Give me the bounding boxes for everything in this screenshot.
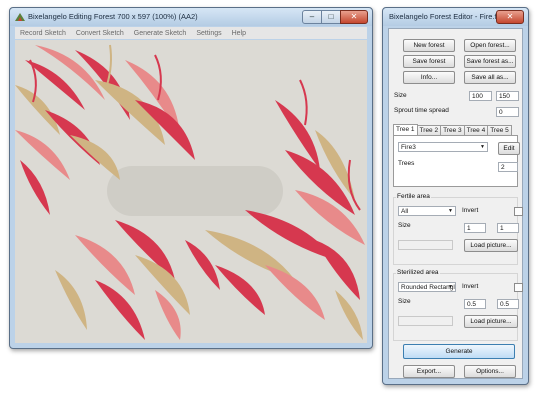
fertile-invert-label: Invert (462, 207, 479, 214)
fertile-invert-checkbox[interactable] (514, 207, 523, 216)
chevron-down-icon: ▼ (480, 144, 485, 150)
maximize-icon[interactable]: □ (321, 10, 341, 24)
sterilized-region-shape (107, 166, 283, 216)
sprout-time-field[interactable]: 0 (496, 107, 519, 117)
tab-tree-5[interactable]: Tree 5 (487, 125, 512, 135)
menu-convert-sketch[interactable]: Convert Sketch (71, 30, 129, 37)
options-button[interactable]: Options... (464, 365, 516, 378)
fertile-shape-value: All (401, 208, 409, 215)
tab-tree-4[interactable]: Tree 4 (463, 125, 489, 135)
sterilized-invert-label: Invert (462, 283, 479, 290)
fertile-height-field[interactable]: 1 (497, 223, 519, 233)
sterilized-picture-path (398, 316, 453, 326)
fertile-load-picture-button[interactable]: Load picture... (464, 239, 518, 252)
export-button[interactable]: Export... (403, 365, 455, 378)
forest-artwork (15, 44, 365, 340)
trees-count-field[interactable]: 2 (498, 162, 518, 172)
sterilized-size-label: Size (398, 298, 411, 305)
sterilized-load-picture-button[interactable]: Load picture... (464, 315, 518, 328)
tab-tree-1[interactable]: Tree 1 (393, 124, 418, 135)
close-icon[interactable]: ✕ (340, 10, 368, 24)
sterilized-shape-select[interactable]: Rounded Rectangle ▼ (398, 282, 456, 292)
new-forest-button[interactable]: New forest (403, 39, 455, 52)
edit-tree-button[interactable]: Edit (498, 142, 520, 155)
fertile-width-field[interactable]: 1 (464, 223, 486, 233)
info-button[interactable]: Info... (403, 71, 455, 84)
fertile-size-label: Size (398, 222, 411, 229)
forest-width-field[interactable]: 100 (469, 91, 492, 101)
sterilized-invert-checkbox[interactable] (514, 283, 523, 292)
sterilized-area-title: Sterilized area (396, 269, 440, 276)
bottom-left-flourish (55, 220, 220, 340)
menu-settings[interactable]: Settings (191, 30, 226, 37)
editor-window: Bixelangelo Editing Forest 700 x 597 (10… (9, 7, 373, 349)
dialog-window-controls: ✕ (496, 10, 524, 24)
minimize-icon[interactable]: – (302, 10, 322, 24)
chevron-down-icon: ▼ (448, 284, 453, 290)
menu-record-sketch[interactable]: Record Sketch (15, 30, 71, 37)
sterilized-area-group: Sterilized area Rounded Rectangle ▼ Inve… (393, 269, 523, 341)
dialog-close-icon[interactable]: ✕ (496, 10, 524, 24)
drawing-canvas[interactable] (15, 40, 367, 343)
tab-tree-2[interactable]: Tree 2 (416, 125, 442, 135)
trees-label: Trees (398, 160, 415, 167)
fertile-shape-select[interactable]: All ▼ (398, 206, 456, 216)
size-label: Size (394, 92, 407, 99)
chevron-down-icon: ▼ (448, 208, 453, 214)
editor-menubar: Record Sketch Convert Sketch Generate Sk… (15, 27, 367, 39)
save-all-as-button[interactable]: Save all as... (464, 71, 516, 84)
fertile-area-group: Fertile area All ▼ Invert Size 1 1 Load … (393, 193, 523, 265)
fertile-area-title: Fertile area (396, 193, 431, 200)
tab-tree-3[interactable]: Tree 3 (440, 125, 465, 135)
sterilized-width-field[interactable]: 0.5 (464, 299, 486, 309)
sterilized-height-field[interactable]: 0.5 (497, 299, 519, 309)
editor-window-controls: – □ ✕ (302, 10, 368, 24)
tree-tab-panel: Fire3 ▼ Edit Trees 2 (393, 135, 520, 187)
fertile-picture-path (398, 240, 453, 250)
open-forest-button[interactable]: Open forest... (464, 39, 516, 52)
dialog-title: Bixelangelo Forest Editor - Fire.forest (389, 12, 514, 21)
bixelangelo-app-icon (15, 13, 25, 21)
editor-titlebar[interactable]: Bixelangelo Editing Forest 700 x 597 (10… (10, 8, 372, 26)
tree-select-value: Fire3 (401, 144, 416, 151)
forest-height-field[interactable]: 150 (496, 91, 519, 101)
tree-select[interactable]: Fire3 ▼ (398, 142, 488, 152)
menu-help[interactable]: Help (227, 30, 251, 37)
dialog-body: New forest Open forest... Save forest Sa… (388, 28, 523, 379)
save-forest-button[interactable]: Save forest (403, 55, 455, 68)
dialog-titlebar[interactable]: Bixelangelo Forest Editor - Fire.forest … (383, 8, 528, 26)
save-forest-as-button[interactable]: Save forest as... (464, 55, 516, 68)
forest-editor-dialog: Bixelangelo Forest Editor - Fire.forest … (382, 7, 529, 385)
generate-button[interactable]: Generate (403, 344, 515, 359)
menu-generate-sketch[interactable]: Generate Sketch (129, 30, 192, 37)
tree-tabs: Tree 1 Tree 2 Tree 3 Tree 4 Tree 5 (393, 124, 512, 135)
sprout-time-label: Sprout time spread (394, 107, 449, 114)
editor-title: Bixelangelo Editing Forest 700 x 597 (10… (28, 12, 198, 21)
